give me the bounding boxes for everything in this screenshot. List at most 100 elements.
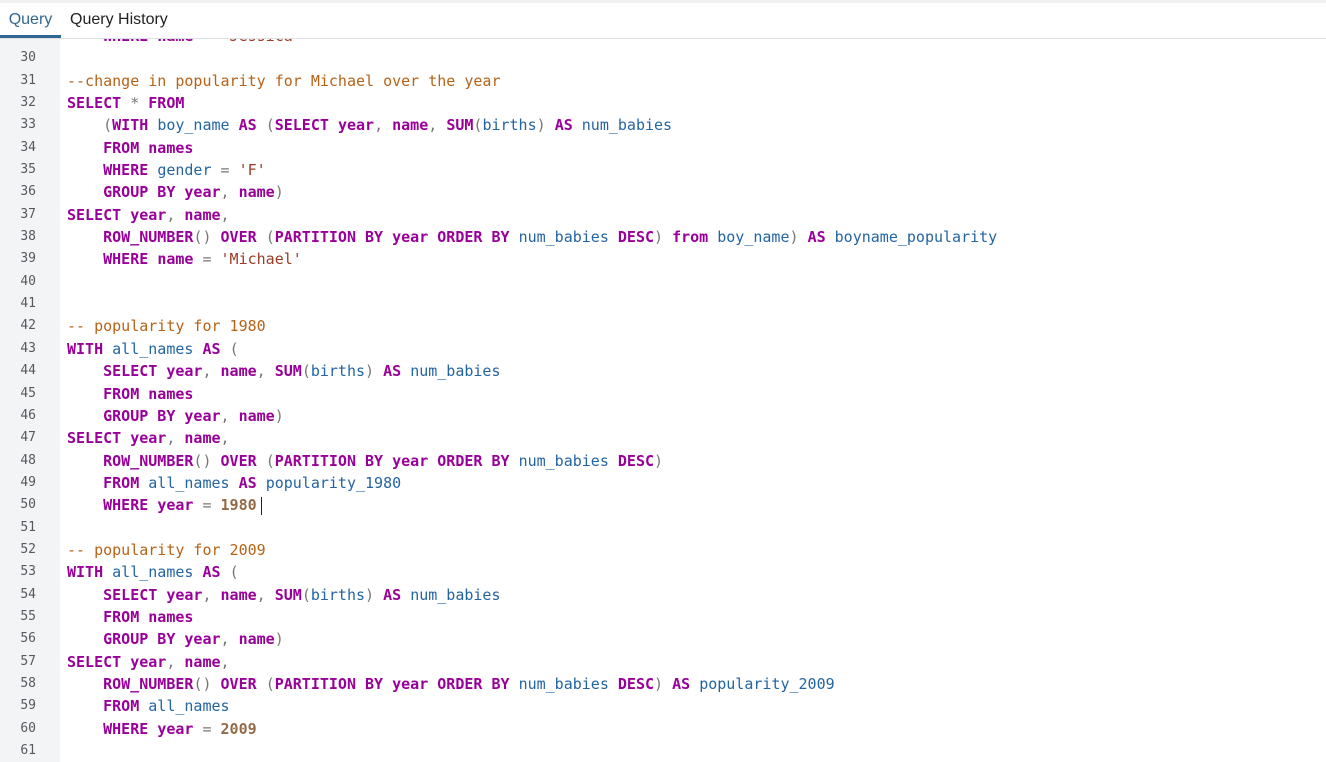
code-line[interactable]: 49 FROM all_names AS popularity_1980	[0, 472, 1326, 494]
code-line[interactable]: 42 -- popularity for 1980	[0, 315, 1326, 337]
code-line[interactable]: 48 ROW_NUMBER() OVER (PARTITION BY year …	[0, 450, 1326, 472]
token-kw: DESC	[617, 674, 655, 693]
line-number: 37	[20, 206, 36, 222]
token-op: )	[654, 228, 664, 247]
code-line[interactable]: 34 FROM names	[0, 137, 1326, 159]
code-line[interactable]: 31 --change in popularity for Michael ove…	[0, 70, 1326, 92]
token-kw: SELECT	[103, 585, 158, 604]
token-kw: AS	[383, 585, 402, 604]
code-line[interactable]: 39 WHERE name = 'Michael'	[0, 248, 1326, 270]
code-line[interactable]: 45 FROM names	[0, 383, 1326, 405]
code-line[interactable]: 38 ROW_NUMBER() OVER (PARTITION BY year …	[0, 226, 1326, 248]
token-kw: name	[184, 429, 221, 448]
code-line[interactable]: 59 FROM all_names	[0, 695, 1326, 717]
code-line[interactable]: 58 ROW_NUMBER() OVER (PARTITION BY year …	[0, 673, 1326, 695]
code-line[interactable]: 54 SELECT year, name, SUM(births) AS num…	[0, 584, 1326, 606]
token-kw: AS	[202, 339, 221, 358]
code-line[interactable]: 37 SELECT year, name,	[0, 204, 1326, 226]
token-id: all_names	[148, 697, 230, 716]
token-op: ,	[202, 585, 212, 604]
token-kw: name	[220, 362, 257, 381]
token-kw: WITH	[67, 563, 104, 582]
token-op: ,	[220, 429, 230, 448]
token-op: )	[365, 362, 375, 381]
code-line[interactable]: 55 FROM names	[0, 606, 1326, 628]
line-number: 40	[20, 273, 36, 289]
code-line[interactable]: 57 SELECT year, name,	[0, 651, 1326, 673]
token-op: ,	[220, 652, 230, 671]
token-op: *	[130, 94, 140, 113]
token-id: births	[310, 362, 366, 381]
sql-editor[interactable]: 29 WHERE name = 'Jessica' 30 31 --change in…	[0, 39, 1326, 762]
code-line[interactable]: 53 WITH all_names AS (	[0, 561, 1326, 583]
code-line[interactable]: 56 GROUP BY year, name)	[0, 628, 1326, 650]
token-kw: year	[184, 630, 221, 649]
code-line[interactable]: 52 -- popularity for 2009	[0, 539, 1326, 561]
code-line[interactable]: 40	[0, 271, 1326, 293]
code-line[interactable]: 51	[0, 517, 1326, 539]
token-kw: ORDER BY	[437, 674, 510, 693]
token-kw: year	[184, 406, 221, 425]
code-line[interactable]: 46 GROUP BY year, name)	[0, 405, 1326, 427]
token-op: ,	[220, 630, 230, 649]
code-line[interactable]: 43 WITH all_names AS (	[0, 338, 1326, 360]
tab-query-history[interactable]: Query History	[70, 3, 168, 38]
code-line[interactable]: 29 WHERE name = 'Jessica'	[0, 39, 1326, 47]
token-kw: SELECT	[103, 362, 158, 381]
code-line[interactable]: 50 WHERE year = 1980	[0, 494, 1326, 516]
line-number: 41	[20, 296, 36, 312]
line-number: 57	[20, 653, 36, 669]
tab-query[interactable]: Query	[0, 3, 61, 38]
line-number: 32	[20, 95, 36, 111]
token-op: =	[202, 719, 212, 738]
code-line[interactable]: 32 SELECT * FROM	[0, 92, 1326, 114]
line-number: 52	[20, 541, 36, 557]
code-line[interactable]: 30	[0, 47, 1326, 69]
line-number: 53	[20, 564, 36, 580]
token-kw: year	[166, 362, 203, 381]
token-op: (	[301, 585, 311, 604]
token-op: ,	[220, 183, 230, 202]
token-kw: year	[157, 719, 194, 738]
token-kw: names	[148, 384, 194, 403]
token-kw: PARTITION BY	[274, 451, 384, 470]
token-kw: year	[130, 205, 167, 224]
token-kw: names	[148, 607, 194, 626]
token-kw: AS	[238, 473, 257, 492]
code-line[interactable]: 47 SELECT year, name,	[0, 427, 1326, 449]
code-line[interactable]: 44 SELECT year, name, SUM(births) AS num…	[0, 360, 1326, 382]
token-kw: PARTITION BY	[274, 228, 384, 247]
code-line[interactable]: 36 GROUP BY year, name)	[0, 181, 1326, 203]
token-op: ,	[428, 116, 438, 135]
code-text: WHERE name = 'Michael'	[67, 248, 302, 270]
code-line[interactable]: 61	[0, 740, 1326, 762]
code-text: FROM names	[67, 606, 193, 628]
line-number: 35	[20, 162, 36, 178]
code-line[interactable]: 35 WHERE gender = 'F'	[0, 159, 1326, 181]
line-number: 58	[20, 675, 36, 691]
code-line[interactable]: 33 (WITH boy_name AS (SELECT year, name,…	[0, 114, 1326, 136]
token-id: num_babies	[518, 228, 609, 247]
code-line[interactable]: 41	[0, 293, 1326, 315]
code-line[interactable]: 60 WHERE year = 2009	[0, 718, 1326, 740]
token-op: ,	[256, 585, 266, 604]
